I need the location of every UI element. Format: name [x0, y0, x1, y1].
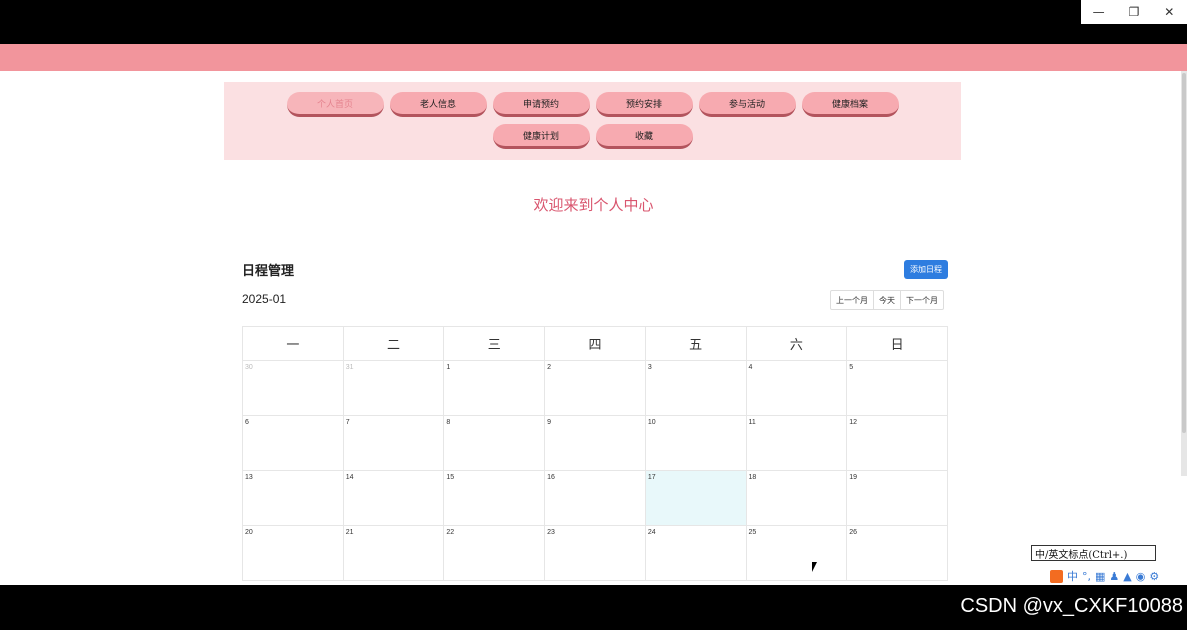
weekday-wed: 三 — [443, 326, 546, 361]
calendar-day[interactable]: 31 — [342, 360, 445, 416]
weekday-fri: 五 — [644, 326, 747, 361]
weekday-thu: 四 — [544, 326, 646, 361]
weekday-header: 一 二 三 四 五 六 日 — [242, 326, 948, 361]
minimize-icon[interactable]: — — [1081, 0, 1116, 24]
nav-item-appointment-schedule[interactable]: 预约安排 — [595, 92, 693, 117]
calendar-day[interactable]: 16 — [544, 470, 646, 526]
calendar-day[interactable]: 5 — [846, 360, 948, 416]
calendar-day[interactable]: 15 — [443, 470, 546, 526]
weekday-mon: 一 — [242, 326, 344, 361]
scrollbar-thumb[interactable] — [1182, 73, 1186, 433]
calendar-day[interactable]: 21 — [342, 525, 445, 581]
weekday-sat: 六 — [745, 326, 848, 361]
calendar-week: 6 7 8 9 10 11 12 — [242, 415, 948, 471]
welcome-heading: 欢迎来到个人中心 — [533, 196, 654, 214]
schedule-title: 日程管理 — [242, 264, 295, 279]
calendar-day[interactable]: 22 — [443, 525, 546, 581]
calendar-day[interactable]: 19 — [846, 470, 948, 526]
watermark: CSDN @vx_CXKF10088 — [960, 595, 1183, 617]
window-titlebar: — ❐ ✕ — [0, 0, 1187, 44]
calendar-day[interactable]: 8 — [443, 415, 546, 471]
nav-item-favorites[interactable]: 收藏 — [595, 124, 693, 149]
calendar-week: 13 14 15 16 17 18 19 — [242, 470, 948, 526]
calendar-day[interactable]: 10 — [644, 415, 747, 471]
calendar-day[interactable]: 9 — [544, 415, 646, 471]
weekday-sun: 日 — [846, 326, 948, 361]
calendar-day-today[interactable]: 17 — [644, 470, 747, 526]
next-month-button[interactable]: 下一个月 — [901, 291, 943, 309]
calendar-day[interactable]: 26 — [846, 525, 948, 581]
window-controls: — ❐ ✕ — [1081, 0, 1187, 24]
skin-icon[interactable]: ▲ — [1123, 570, 1131, 583]
calendar-day[interactable]: 2 — [544, 360, 646, 416]
calendar-day[interactable]: 4 — [745, 360, 848, 416]
ime-toolbar: 中 °, ▦ ♟ ▲ ◉ ⚙ — [1048, 568, 1184, 584]
calendar-week: 30 31 1 2 3 4 5 — [242, 360, 948, 416]
calendar-day[interactable]: 7 — [342, 415, 445, 471]
settings-gear-icon[interactable]: ⚙ — [1149, 570, 1159, 583]
calendar-day[interactable]: 30 — [242, 360, 344, 416]
calendar-day[interactable]: 11 — [745, 415, 848, 471]
nav-item-home[interactable]: 个人首页 — [286, 92, 384, 117]
calendar-day[interactable]: 23 — [544, 525, 646, 581]
sogou-logo-icon[interactable] — [1050, 569, 1063, 583]
calendar-day[interactable]: 24 — [644, 525, 747, 581]
calendar-grid: 一 二 三 四 五 六 日 30 31 1 2 3 4 5 6 7 8 9 10… — [242, 326, 948, 581]
user-icon[interactable]: ♟ — [1109, 570, 1119, 583]
calendar-day[interactable]: 6 — [242, 415, 344, 471]
toolbox-icon[interactable]: ◉ — [1136, 570, 1146, 583]
restore-icon[interactable]: ❐ — [1116, 0, 1151, 24]
nav-item-health-records[interactable]: 健康档案 — [801, 92, 899, 117]
calendar-month: 2025-01 — [242, 292, 287, 306]
calendar-nav-buttons: 上一个月 今天 下一个月 — [830, 290, 944, 310]
mouse-pointer-icon — [812, 562, 817, 572]
calendar-day[interactable]: 14 — [342, 470, 445, 526]
close-icon[interactable]: ✕ — [1152, 0, 1187, 24]
calendar-week: 20 21 22 23 24 25 26 — [242, 525, 948, 581]
ime-tooltip: 中/英文标点(Ctrl+.) — [1031, 545, 1156, 561]
calendar-day[interactable]: 12 — [846, 415, 948, 471]
punctuation-icon[interactable]: °, — [1082, 570, 1091, 583]
calendar-day[interactable]: 1 — [443, 360, 546, 416]
calendar-day[interactable]: 20 — [242, 525, 344, 581]
nav-item-apply-appointment[interactable]: 申请预约 — [492, 92, 590, 117]
nav-menu: 个人首页 老人信息 申请预约 预约安排 参与活动 健康档案 健康计划 收藏 — [224, 82, 961, 160]
ime-mode-indicator[interactable]: 中 — [1067, 568, 1078, 584]
today-button[interactable]: 今天 — [874, 291, 901, 309]
weekday-tue: 二 — [342, 326, 445, 361]
nav-item-elder-info[interactable]: 老人信息 — [389, 92, 487, 117]
calendar-day[interactable]: 13 — [242, 470, 344, 526]
header-bar — [0, 44, 1187, 71]
scrollbar[interactable] — [1181, 71, 1187, 476]
calendar-day[interactable]: 25 — [745, 525, 848, 581]
calendar-day[interactable]: 3 — [644, 360, 747, 416]
nav-item-health-plan[interactable]: 健康计划 — [492, 124, 590, 149]
calendar-day[interactable]: 18 — [745, 470, 848, 526]
add-schedule-button[interactable]: 添加日程 — [904, 260, 948, 279]
browser-viewport: 个人首页 老人信息 申请预约 预约安排 参与活动 健康档案 健康计划 收藏 欢迎… — [0, 44, 1187, 585]
keyboard-icon[interactable]: ▦ — [1095, 570, 1105, 583]
nav-item-activities[interactable]: 参与活动 — [698, 92, 796, 117]
prev-month-button[interactable]: 上一个月 — [831, 291, 874, 309]
